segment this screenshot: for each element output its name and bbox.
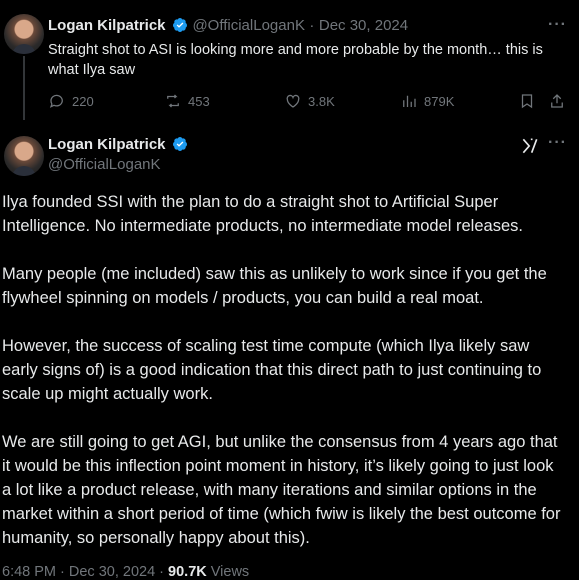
share-icon xyxy=(551,94,563,108)
main-author-name[interactable]: Logan Kilpatrick xyxy=(48,136,166,153)
reply-header: Logan Kilpatrick @OfficialLoganK · Dec 3… xyxy=(48,17,408,35)
share-button[interactable] xyxy=(548,92,566,110)
reply-icon xyxy=(49,94,63,108)
like-count: 3.8K xyxy=(308,93,335,109)
verified-badge-icon xyxy=(172,18,187,32)
bookmark-icon xyxy=(521,94,533,109)
repost-icon xyxy=(167,94,179,108)
reply-author-name[interactable]: Logan Kilpatrick xyxy=(48,17,166,34)
paragraph-3: However, the success of scaling test tim… xyxy=(2,337,542,403)
paragraph-2: Many people (me included) saw this as un… xyxy=(2,265,547,307)
verified-badge-icon xyxy=(172,137,187,151)
reply-handle[interactable]: @OfficialLoganK xyxy=(192,17,305,34)
main-avatar[interactable] xyxy=(4,136,44,176)
thread-line xyxy=(23,56,25,120)
reply-text: Straight shot to ASI is looking more and… xyxy=(48,42,543,78)
main-handle[interactable]: @OfficialLoganK xyxy=(48,156,188,173)
grok-icon[interactable] xyxy=(520,136,540,156)
main-header: Logan Kilpatrick @OfficialLoganK xyxy=(48,136,188,173)
paragraph-4: We are still going to get AGI, but unlik… xyxy=(2,433,561,547)
views-button[interactable]: 879K xyxy=(400,92,454,110)
repost-button[interactable]: 453 xyxy=(164,92,210,110)
repost-count: 453 xyxy=(188,93,210,109)
more-icon[interactable]: ··· xyxy=(548,16,567,34)
views-chart-icon xyxy=(403,95,416,107)
reply-button[interactable]: 220 xyxy=(48,92,94,110)
reply-separator: · xyxy=(309,17,315,34)
reply-actions: 220 453 3.8K 879K xyxy=(48,92,563,112)
bookmark-button[interactable] xyxy=(518,92,536,110)
paragraph-1: Ilya founded SSI with the plan to do a s… xyxy=(2,193,523,235)
reply-date[interactable]: Dec 30, 2024 xyxy=(319,17,408,34)
views-count: 879K xyxy=(424,93,455,109)
main-tweet-body: Ilya founded SSI with the plan to do a s… xyxy=(2,190,562,574)
like-button[interactable]: 3.8K xyxy=(284,92,335,110)
reply-count: 220 xyxy=(72,93,94,109)
reply-avatar[interactable] xyxy=(4,14,44,54)
heart-icon xyxy=(286,94,300,108)
main-more-icon[interactable]: ··· xyxy=(548,134,567,152)
